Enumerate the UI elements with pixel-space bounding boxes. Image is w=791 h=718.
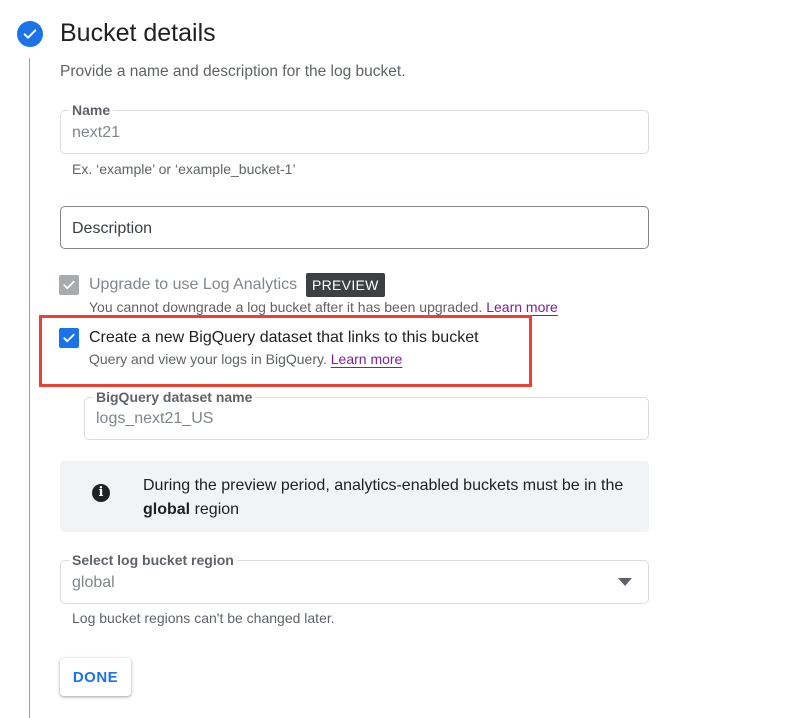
step-complete-icon xyxy=(17,21,43,47)
info-text-after: region xyxy=(194,501,240,518)
name-value: next21 xyxy=(72,124,121,141)
log-analytics-note: You cannot downgrade a log bucket after … xyxy=(89,299,483,315)
description-placeholder: Description xyxy=(72,220,153,237)
info-icon: i xyxy=(92,484,110,502)
bigquery-learn-more-link[interactable]: Learn more xyxy=(331,351,403,367)
info-text: During the preview period, analytics-ena… xyxy=(143,474,643,522)
stepper-line xyxy=(29,58,30,718)
log-analytics-label: Upgrade to use Log Analytics xyxy=(89,276,298,293)
bigquery-link-checkbox[interactable] xyxy=(59,328,79,348)
dataset-name-label: BigQuery dataset name xyxy=(93,389,256,405)
log-analytics-learn-more-link[interactable]: Learn more xyxy=(486,299,558,315)
log-analytics-checkbox[interactable] xyxy=(59,275,79,295)
info-text-before: During the preview period, analytics-ena… xyxy=(143,477,624,494)
bigquery-link-label: Create a new BigQuery dataset that links… xyxy=(89,329,479,346)
section-description: Provide a name and description for the l… xyxy=(60,63,406,80)
dataset-name-value: logs_next21_US xyxy=(96,410,214,427)
region-select-label: Select log bucket region xyxy=(69,552,237,568)
name-label: Name xyxy=(69,102,114,118)
section-title: Bucket details xyxy=(60,19,216,47)
description-field[interactable]: Description xyxy=(60,206,649,249)
bigquery-note: Query and view your logs in BigQuery. xyxy=(89,351,327,367)
info-text-bold: global xyxy=(143,501,191,518)
dropdown-arrow-icon xyxy=(618,578,632,586)
log-analytics-note-row: You cannot downgrade a log bucket after … xyxy=(89,298,558,316)
name-field[interactable]: next21 xyxy=(60,110,649,154)
preview-badge: PREVIEW xyxy=(306,273,385,297)
done-button[interactable]: DONE xyxy=(60,658,131,696)
name-hint: Ex. ‘example’ or ‘example_bucket-1’ xyxy=(72,161,296,177)
region-select-value: global xyxy=(72,574,115,591)
region-hint: Log bucket regions can't be changed late… xyxy=(72,610,335,626)
bigquery-note-row: Query and view your logs in BigQuery. Le… xyxy=(89,350,402,368)
